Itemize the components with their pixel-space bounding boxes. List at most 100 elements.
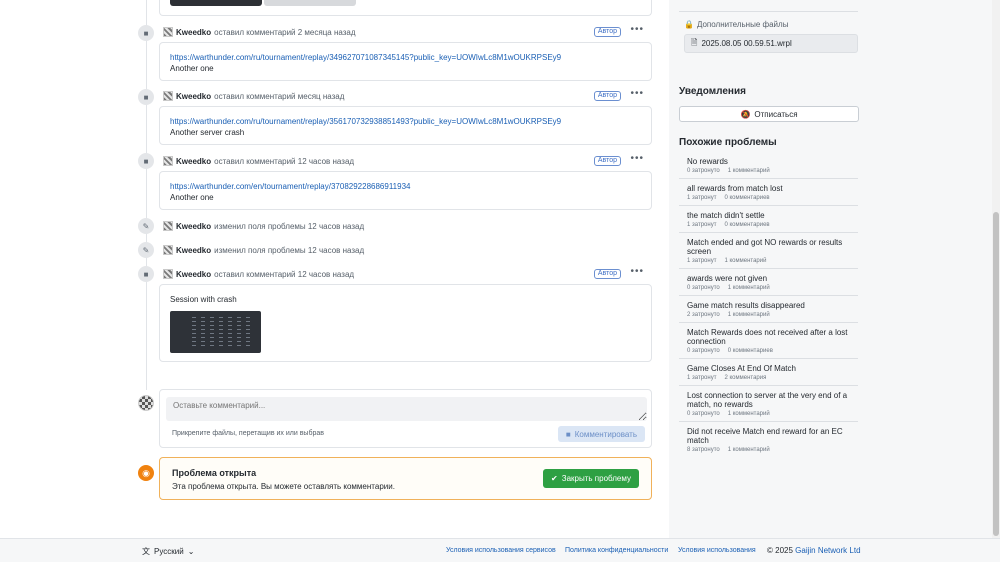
comment-submit-button[interactable]: ■ Комментировать	[557, 426, 645, 442]
comment-icon: ■	[138, 266, 154, 282]
similar-issue-meta: 0 затронуто 0 комментариев	[687, 348, 858, 354]
event-user[interactable]: Kweedko	[176, 222, 211, 231]
previous-dark-button[interactable]	[170, 0, 262, 6]
event-action: оставил комментарий 12 часов назад	[214, 269, 355, 279]
similar-issue[interactable]: Did not receive Match end reward for an …	[679, 422, 858, 457]
comment-icon: ■	[138, 89, 154, 105]
author-badge: Автор	[593, 27, 621, 37]
event-user[interactable]: Kweedko	[176, 157, 211, 166]
replay-link[interactable]: https://warthunder.com/ru/tournament/rep…	[170, 116, 641, 127]
current-user-avatar[interactable]	[138, 395, 154, 411]
affected-count: 2 затронуто	[687, 312, 720, 318]
similar-issue-meta: 1 затронут 2 комментария	[687, 375, 858, 381]
similar-issue[interactable]: awards were not given 0 затронуто 1 коммен…	[679, 269, 858, 296]
timeline-line	[146, 0, 147, 390]
more-options-icon[interactable]: •••	[630, 267, 644, 277]
comment-icon: ■	[565, 429, 571, 439]
page: ■ Kweedko оставил комментарий 2 месяца н…	[0, 0, 1000, 562]
similar-issue-title[interactable]: all rewards from match lost	[687, 184, 858, 193]
attached-file[interactable]: 🗎 2025.08.05 00.59.51.wrpl	[684, 34, 858, 53]
similar-issue[interactable]: Lost connection to server at the very en…	[679, 386, 858, 422]
comment-text: Another one	[170, 64, 214, 73]
similar-issue[interactable]: the match didn't settle 1 затронут 0 комме…	[679, 206, 858, 233]
event-header: Kweedko оставил комментарий 12 часов наз…	[163, 267, 652, 280]
event-action: оставил комментарий 2 месяца назад	[214, 27, 356, 37]
lock-icon: 🔒	[684, 20, 694, 29]
more-options-icon[interactable]: •••	[630, 89, 644, 99]
additional-files-text: Дополнительные файлы	[696, 20, 789, 29]
similar-issue[interactable]: No rewards 0 затронуто 1 комментарий	[679, 152, 858, 179]
page-scrollbar[interactable]	[992, 0, 1000, 538]
replay-link[interactable]: https://warthunder.com/en/tournament/rep…	[170, 181, 641, 192]
terms-link[interactable]: Условия использования сервисов	[446, 547, 556, 554]
issue-open-icon: ◉	[138, 465, 154, 481]
comment-card: https://warthunder.com/ru/tournament/rep…	[159, 42, 652, 81]
similar-issue-title[interactable]: awards were not given	[687, 274, 858, 283]
privacy-link[interactable]: Политика конфиденциальности	[565, 547, 668, 554]
author-badge: Автор	[593, 269, 621, 279]
usage-link[interactable]: Условия использования	[678, 547, 756, 554]
check-circle-icon: ✔	[551, 474, 558, 483]
comment-count: 1 комментарий	[724, 258, 767, 264]
copyright-prefix: © 2025	[767, 546, 793, 555]
footer: 文 Русский ⌄ Условия использования сервис…	[0, 538, 1000, 562]
event-user[interactable]: Kweedko	[176, 28, 211, 37]
similar-issue-title[interactable]: Lost connection to server at the very en…	[687, 391, 858, 409]
comment-count: 2 комментария	[724, 375, 767, 381]
scrollbar-thumb[interactable]	[993, 212, 999, 536]
similar-issue-title[interactable]: Did not receive Match end reward for an …	[687, 427, 858, 445]
similar-issue-title[interactable]: the match didn't settle	[687, 211, 858, 220]
similar-issue[interactable]: Game Closes At End Of Match 1 затронут 2 к…	[679, 359, 858, 386]
similar-issue-title[interactable]: Match Rewards does not received after a …	[687, 328, 858, 346]
similar-issue[interactable]: all rewards from match lost 1 затронут 0 к…	[679, 179, 858, 206]
language-label: Русский	[154, 547, 184, 556]
avatar[interactable]	[163, 221, 173, 231]
similar-issue-title[interactable]: No rewards	[687, 157, 858, 166]
screenshot-thumbnail[interactable]	[170, 311, 261, 353]
company-link[interactable]: Gaijin Network Ltd	[795, 546, 860, 555]
avatar[interactable]	[163, 91, 173, 101]
similar-issues-list: No rewards 0 затронуто 1 комментарий all r…	[679, 152, 858, 457]
similar-issue[interactable]: Match Rewards does not received after a …	[679, 323, 858, 359]
affected-count: 0 затронуто	[687, 285, 720, 291]
similar-issue[interactable]: Match ended and got NO rewards or result…	[679, 233, 858, 269]
translate-icon: 文	[142, 547, 150, 556]
previous-light-button[interactable]	[264, 0, 356, 6]
similar-issue-meta: 0 затронуто 1 комментарий	[687, 411, 858, 417]
similar-issue-title[interactable]: Game Closes At End Of Match	[687, 364, 858, 373]
more-options-icon[interactable]: •••	[630, 154, 644, 164]
event-user[interactable]: Kweedko	[176, 246, 211, 255]
similar-issue-meta: 1 затронут 0 комментариев	[687, 222, 858, 228]
close-issue-button[interactable]: ✔ Закрыть проблему	[543, 469, 639, 488]
event-action: оставил комментарий 12 часов назад	[214, 156, 355, 166]
avatar[interactable]	[163, 156, 173, 166]
comment-input[interactable]	[166, 397, 647, 421]
comment-count: 0 комментариев	[724, 195, 770, 201]
avatar[interactable]	[163, 27, 173, 37]
comment-text: Another one	[170, 193, 214, 202]
comment-count: 0 комментариев	[727, 348, 773, 354]
comment-count: 1 комментарий	[727, 285, 770, 291]
attach-hint[interactable]: Прикрепите файлы, перетащив их или выбра…	[172, 430, 324, 437]
file-icon: 🗎	[691, 37, 698, 47]
event-header: Kweedko оставил комментарий месяц назад …	[163, 89, 652, 102]
affected-count: 1 затронут	[687, 195, 717, 201]
event-action: оставил комментарий месяц назад	[214, 91, 345, 101]
file-name: 2025.08.05 00.59.51.wrpl	[701, 39, 792, 48]
language-selector[interactable]: 文 Русский ⌄	[142, 546, 194, 557]
chevron-down-icon: ⌄	[187, 547, 195, 556]
event-user[interactable]: Kweedko	[176, 92, 211, 101]
comment-card: https://warthunder.com/en/tournament/rep…	[159, 171, 652, 210]
similar-issue-title[interactable]: Match ended and got NO rewards or result…	[687, 238, 858, 256]
avatar[interactable]	[163, 245, 173, 255]
more-options-icon[interactable]: •••	[630, 25, 644, 35]
similar-issue[interactable]: Game match results disappeared 2 затронут…	[679, 296, 858, 323]
notifications-title: Уведомления	[679, 86, 746, 97]
similar-issue-title[interactable]: Game match results disappeared	[687, 301, 858, 310]
unsubscribe-button[interactable]: 🔕 Отписаться	[679, 106, 859, 122]
replay-link[interactable]: https://warthunder.com/ru/tournament/rep…	[170, 52, 641, 63]
event-action: изменил поля проблемы 12 часов назад	[214, 221, 365, 231]
comment-count: 1 комментарий	[727, 447, 770, 453]
event-user[interactable]: Kweedko	[176, 270, 211, 279]
avatar[interactable]	[163, 269, 173, 279]
